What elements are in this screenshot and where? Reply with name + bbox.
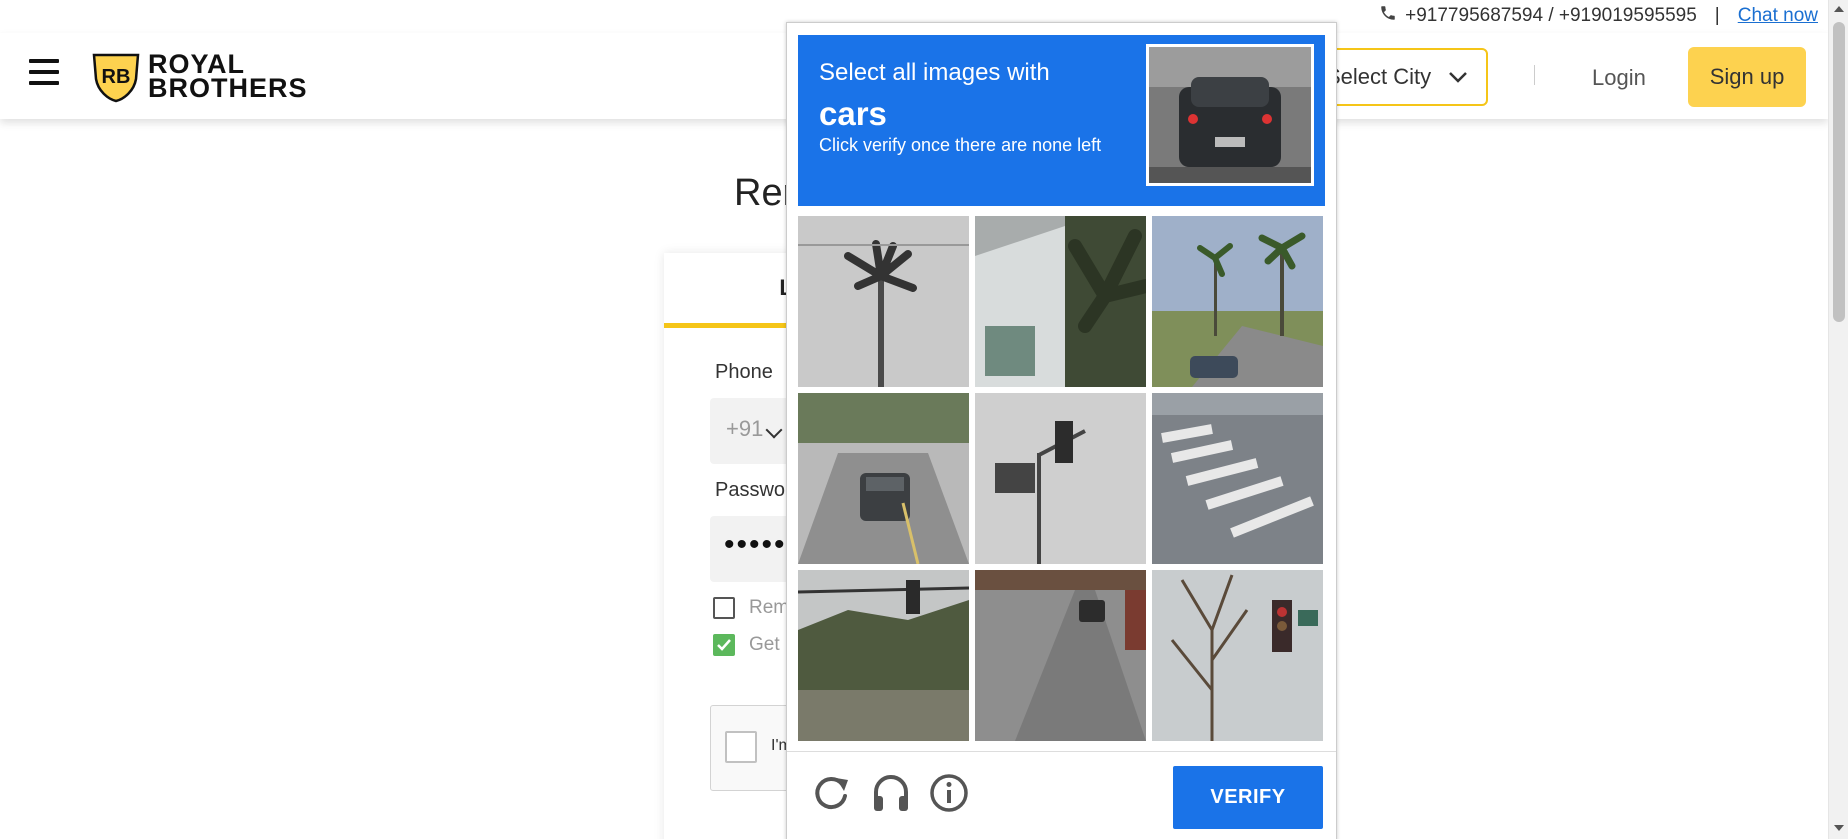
captcha-sample-image: [1146, 44, 1314, 186]
city-select-label: Select City: [1326, 64, 1432, 89]
remember-me-row[interactable]: Rem: [713, 597, 789, 619]
login-link[interactable]: Login: [1592, 65, 1646, 91]
phone-label: Phone: [715, 361, 773, 383]
contact-separator: |: [1714, 5, 1720, 26]
scroll-down-arrow-icon[interactable]: [1834, 825, 1844, 831]
captcha-tile[interactable]: [975, 570, 1146, 741]
scroll-up-arrow-icon[interactable]: [1834, 6, 1844, 12]
chat-now-link[interactable]: Chat now: [1738, 5, 1818, 27]
captcha-tile[interactable]: [798, 393, 969, 564]
logo-line2: BROTHERS: [148, 73, 308, 103]
captcha-subinstruction: Click verify once there are none left: [819, 135, 1102, 155]
reload-icon[interactable]: [810, 772, 852, 814]
captcha-tile[interactable]: [975, 393, 1146, 564]
scrollbar[interactable]: [1828, 0, 1848, 839]
verify-button[interactable]: VERIFY: [1173, 766, 1323, 829]
logo-text: ROYAL BROTHERS: [148, 51, 308, 103]
captcha-challenge: Select all images with cars Click verify…: [786, 22, 1337, 839]
info-icon[interactable]: [928, 772, 970, 814]
chevron-down-icon: [765, 421, 783, 439]
contact-phones: +917795687594 / +919019595595: [1405, 5, 1697, 26]
page: +917795687594 / +919019595595 | Chat now…: [0, 0, 1848, 839]
captcha-tile[interactable]: [1152, 570, 1323, 741]
logo-badge-icon: RB: [92, 53, 140, 103]
phone-code[interactable]: +91: [726, 416, 763, 442]
header-divider: [1534, 65, 1535, 85]
get-updates-checkbox[interactable]: [713, 634, 735, 656]
captcha-tile[interactable]: [1152, 216, 1323, 387]
scroll-thumb[interactable]: [1833, 22, 1845, 322]
captcha-tile[interactable]: [798, 570, 969, 741]
phone-icon: [1379, 4, 1397, 28]
captcha-tile[interactable]: [975, 216, 1146, 387]
get-updates-label: Get: [749, 634, 780, 655]
remember-label: Rem: [749, 597, 790, 618]
signup-button[interactable]: Sign up: [1688, 47, 1806, 107]
svg-text:RB: RB: [102, 66, 131, 88]
logo[interactable]: RB ROYAL BROTHERS: [90, 49, 308, 103]
captcha-target-object: cars: [819, 95, 887, 132]
headphones-icon[interactable]: [870, 772, 912, 814]
recaptcha-checkbox[interactable]: [725, 731, 757, 763]
chevron-down-icon: [1449, 72, 1467, 83]
hamburger-icon[interactable]: [29, 59, 59, 85]
captcha-tile[interactable]: [1152, 393, 1323, 564]
check-icon: [717, 639, 731, 651]
remember-checkbox[interactable]: [713, 597, 735, 619]
captcha-image-grid: [798, 216, 1328, 741]
captcha-footer: VERIFY: [787, 751, 1336, 839]
get-updates-row[interactable]: Get: [713, 634, 780, 656]
captcha-instruction: Select all images with: [819, 59, 1050, 86]
captcha-header: Select all images with cars Click verify…: [798, 35, 1325, 206]
password-label: Passwo: [715, 479, 786, 501]
captcha-tile[interactable]: [798, 216, 969, 387]
